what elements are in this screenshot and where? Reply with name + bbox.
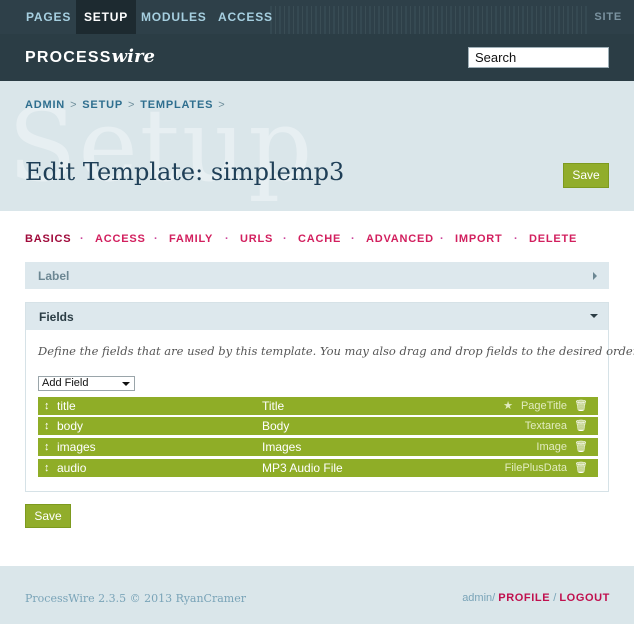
field-label: Title: [262, 399, 285, 413]
tab-separator: ·: [80, 233, 85, 245]
search-input[interactable]: Search: [468, 47, 609, 68]
processwire-logo[interactable]: PROCESSwire: [25, 46, 155, 67]
top-navigation: PAGES SETUP MODULES ACCESS SITE: [0, 0, 634, 34]
nav-pages[interactable]: PAGES: [18, 0, 79, 34]
profile-link[interactable]: PROFILE: [498, 592, 550, 604]
nav-modules[interactable]: MODULES: [133, 0, 215, 34]
nav-setup[interactable]: SETUP: [76, 0, 137, 34]
tab-separator: ·: [154, 233, 159, 245]
move-vertical-icon[interactable]: ↕: [44, 459, 50, 477]
breadcrumb-setup[interactable]: SETUP: [82, 99, 123, 111]
tab-separator: ·: [514, 233, 519, 245]
field-type: FilePlusData: [504, 462, 567, 474]
label-panel-title: Label: [38, 269, 70, 283]
tab-separator: ·: [351, 233, 356, 245]
fields-panel-title: Fields: [39, 310, 74, 324]
field-row[interactable]: ↕ images Images Image 🗑: [38, 438, 598, 456]
fields-panel-header[interactable]: Fields: [26, 303, 608, 330]
tab-separator: ·: [225, 233, 230, 245]
footer: ProcessWire 2.3.5 © 2013 RyanCramer admi…: [0, 566, 634, 624]
breadcrumb-separator: >: [127, 99, 136, 111]
tab-separator: ·: [283, 233, 288, 245]
trash-icon[interactable]: 🗑: [574, 459, 588, 477]
trash-icon[interactable]: 🗑: [574, 417, 588, 435]
field-type: Image: [536, 441, 567, 453]
tab-import[interactable]: IMPORT: [455, 233, 503, 245]
breadcrumb-templates[interactable]: TEMPLATES: [140, 99, 213, 111]
tab-family[interactable]: FAMILY: [169, 233, 213, 245]
add-field-select[interactable]: Add Field: [38, 376, 135, 391]
tab-urls[interactable]: URLS: [240, 233, 273, 245]
tab-advanced[interactable]: ADVANCED: [366, 233, 434, 245]
breadcrumb-separator: >: [218, 99, 226, 111]
field-type: PageTitle: [520, 400, 567, 412]
label-panel-header[interactable]: Label: [25, 262, 609, 289]
logout-link[interactable]: LOGOUT: [559, 592, 610, 604]
field-name: body: [57, 419, 84, 433]
tab-delete[interactable]: DELETE: [529, 233, 577, 245]
tab-separator: ·: [440, 233, 445, 245]
nav-site[interactable]: SITE: [594, 0, 622, 34]
star-icon: ★: [503, 400, 513, 412]
move-vertical-icon[interactable]: ↕: [44, 417, 50, 435]
arrow-right-icon: [593, 272, 597, 280]
add-field-selected: Add Field: [42, 377, 89, 389]
copyright-text: ProcessWire 2.3.5 © 2013 RyanCramer: [25, 592, 246, 605]
field-row[interactable]: ↕ body Body Textarea 🗑: [38, 417, 598, 435]
page-title: Edit Template: simplemp3: [25, 158, 345, 186]
arrow-down-icon: [590, 314, 598, 318]
logo-wire: wire: [111, 46, 155, 67]
field-name: images: [57, 440, 96, 454]
breadcrumb: ADMIN > SETUP > TEMPLATES >: [25, 99, 230, 111]
breadcrumb-separator: >: [70, 99, 78, 111]
field-row[interactable]: ↕ title Title ★ PageTitle 🗑: [38, 397, 598, 415]
field-row[interactable]: ↕ audio MP3 Audio File FilePlusData 🗑: [38, 459, 598, 477]
move-vertical-icon[interactable]: ↕: [44, 397, 50, 415]
footer-slash: /: [492, 592, 496, 604]
footer-user-links: admin/ PROFILE / LOGOUT: [462, 592, 610, 604]
footer-username[interactable]: admin: [462, 592, 492, 604]
trash-icon[interactable]: 🗑: [574, 397, 588, 415]
tab-access[interactable]: ACCESS: [95, 233, 146, 245]
skyline-decoration: [270, 6, 590, 34]
field-name: audio: [57, 461, 87, 475]
field-type: Textarea: [524, 420, 567, 432]
breadcrumb-admin[interactable]: ADMIN: [25, 99, 65, 111]
chevron-down-icon: [122, 382, 130, 386]
save-button-top[interactable]: Save: [563, 163, 609, 188]
field-label: Images: [262, 440, 302, 454]
field-label: MP3 Audio File: [262, 461, 343, 475]
field-label: Body: [262, 419, 290, 433]
nav-access[interactable]: ACCESS: [210, 0, 281, 34]
tab-basics[interactable]: BASICS: [25, 233, 71, 245]
field-name: title: [57, 399, 76, 413]
trash-icon[interactable]: 🗑: [574, 438, 588, 456]
save-button-bottom[interactable]: Save: [25, 504, 71, 528]
logo-process: PROCESS: [25, 49, 112, 66]
fields-description: Define the fields that are used by this …: [38, 344, 634, 358]
footer-slash: /: [553, 592, 557, 604]
move-vertical-icon[interactable]: ↕: [44, 438, 50, 456]
tab-cache[interactable]: CACHE: [298, 233, 341, 245]
